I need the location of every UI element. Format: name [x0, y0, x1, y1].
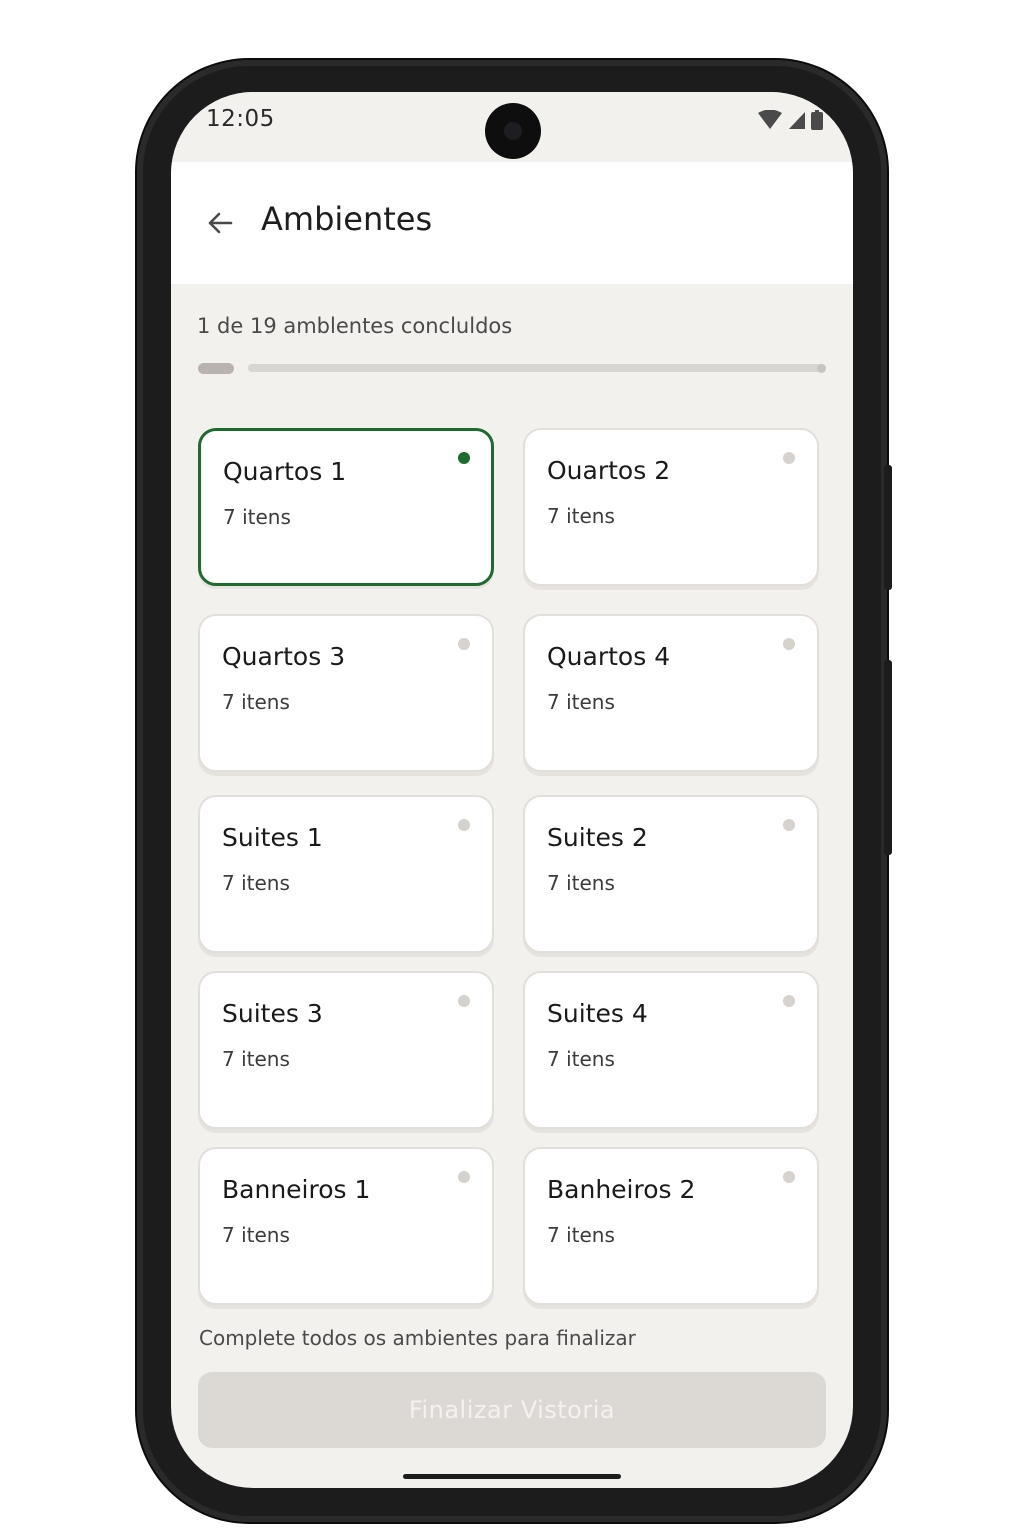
- room-name: Banneiros 1: [222, 1175, 371, 1204]
- room-card[interactable]: Banneiros 1 7 itens: [198, 1147, 494, 1305]
- room-name: Suites 3: [222, 999, 323, 1028]
- finish-hint: Complete todos os ambientes para finaliz…: [199, 1326, 636, 1350]
- status-dot-icon: [783, 819, 795, 831]
- room-name: Quartos 4: [547, 642, 671, 671]
- progress-text: 1 de 19 amblentes concluldos: [197, 314, 513, 338]
- status-dot-icon: [458, 1171, 470, 1183]
- wifi-icon: [758, 110, 782, 129]
- arrow-left-icon: [208, 212, 233, 234]
- progress-end-dot: [817, 364, 826, 373]
- room-item-count: 7 itens: [222, 690, 290, 714]
- status-dot-icon: [458, 638, 470, 650]
- room-name: Quartos 1: [223, 457, 347, 486]
- room-card[interactable]: Quartos 3 7 itens: [198, 614, 494, 772]
- progress-fill: [198, 363, 234, 374]
- room-name: Banheiros 2: [547, 1175, 696, 1204]
- room-name: Suites 2: [547, 823, 648, 852]
- room-card[interactable]: Suites 1 7 itens: [198, 795, 494, 953]
- status-dot-icon: [458, 452, 470, 464]
- room-item-count: 7 itens: [223, 505, 291, 529]
- room-item-count: 7 itens: [547, 1223, 615, 1247]
- room-item-count: 7 itens: [547, 690, 615, 714]
- front-camera: [485, 103, 541, 159]
- battery-icon: [811, 110, 823, 130]
- status-time: 12:05: [206, 106, 275, 132]
- status-bar: 12:05: [171, 92, 853, 162]
- signal-icon: [789, 112, 805, 129]
- status-dot-icon: [783, 452, 795, 464]
- room-card[interactable]: Suites 2 7 itens: [523, 795, 819, 953]
- screen: 12:05 Ambientes 1 de 19 amblentes conclu…: [171, 92, 853, 1488]
- room-item-count: 7 itens: [547, 871, 615, 895]
- room-item-count: 7 itens: [547, 1047, 615, 1071]
- room-item-count: 7 itens: [222, 871, 290, 895]
- page-title: Ambientes: [261, 200, 433, 238]
- power-button: [884, 465, 892, 590]
- status-dot-icon: [783, 1171, 795, 1183]
- room-name: Quartos 3: [222, 642, 346, 671]
- room-item-count: 7 itens: [222, 1223, 290, 1247]
- room-name: Ouartos 2: [547, 456, 671, 485]
- room-card[interactable]: Suites 4 7 itens: [523, 971, 819, 1129]
- status-icons: [757, 110, 823, 130]
- status-dot-icon: [783, 995, 795, 1007]
- room-card[interactable]: Quartos 4 7 itens: [523, 614, 819, 772]
- app-bar: Ambientes: [171, 162, 853, 284]
- home-indicator[interactable]: [403, 1474, 621, 1479]
- status-dot-icon: [783, 638, 795, 650]
- progress-track: [248, 364, 826, 372]
- room-item-count: 7 itens: [547, 504, 615, 528]
- room-card[interactable]: Ouartos 2 7 itens: [523, 428, 819, 586]
- status-dot-icon: [458, 819, 470, 831]
- room-item-count: 7 itens: [222, 1047, 290, 1071]
- finish-inspection-button[interactable]: Finalizar Vistoria: [198, 1372, 826, 1448]
- room-card[interactable]: Suites 3 7 itens: [198, 971, 494, 1129]
- room-card[interactable]: Banheiros 2 7 itens: [523, 1147, 819, 1305]
- room-card[interactable]: Quartos 1 7 itens: [198, 428, 494, 586]
- back-button[interactable]: [199, 202, 241, 244]
- room-name: Suites 1: [222, 823, 323, 852]
- volume-button: [884, 660, 892, 855]
- room-name: Suites 4: [547, 999, 648, 1028]
- status-dot-icon: [458, 995, 470, 1007]
